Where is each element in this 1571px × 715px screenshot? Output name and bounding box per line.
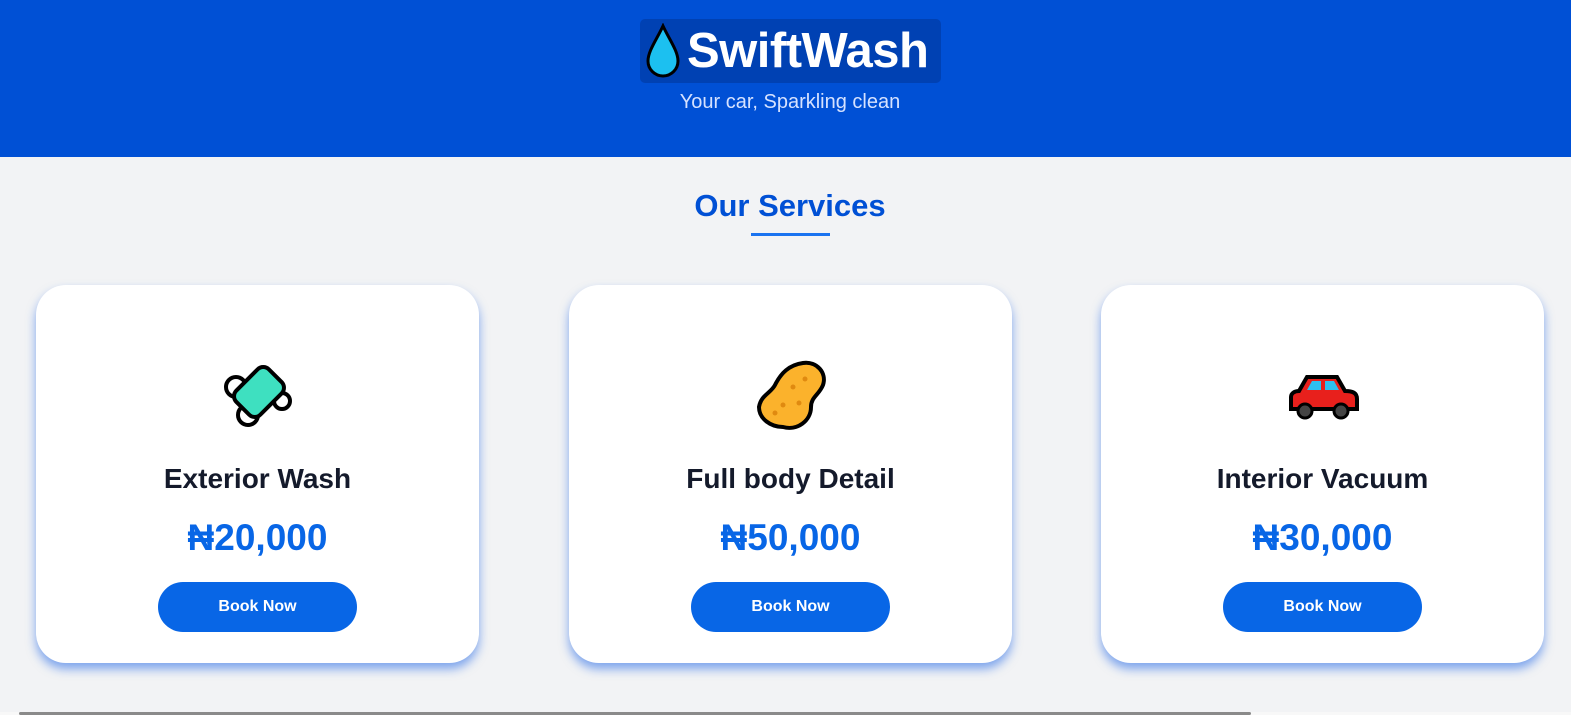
service-name: Exterior Wash (163, 463, 352, 494)
title-underline (751, 233, 830, 236)
service-price: ₦20,000 (187, 517, 328, 558)
service-name: Full body Detail (686, 463, 895, 494)
service-price: ₦50,000 (720, 517, 861, 558)
car-icon (1288, 375, 1359, 420)
brand-name: SwiftWash (687, 24, 929, 78)
book-now-button[interactable]: Book Now (158, 582, 357, 632)
book-now-button[interactable]: Book Now (1223, 582, 1422, 632)
service-card-exterior-wash: Exterior Wash ₦20,000 Book Now (36, 285, 479, 663)
site-header: SwiftWash Your car, Sparkling clean (0, 0, 1571, 157)
sponge-icon (756, 360, 826, 430)
book-now-button[interactable]: Book Now (691, 582, 890, 632)
logo[interactable]: SwiftWash (640, 19, 941, 83)
service-card-full-body-detail: Full body Detail ₦50,000 Book Now (569, 285, 1012, 663)
service-card-interior-vacuum: Interior Vacuum ₦30,000 Book Now (1101, 285, 1544, 663)
soap-icon (223, 365, 292, 427)
section-title: Our Services (694, 188, 886, 223)
service-price: ₦30,000 (1252, 517, 1393, 558)
tagline: Your car, Sparkling clean (679, 91, 901, 113)
service-name: Interior Vacuum (1216, 463, 1429, 494)
water-drop-icon (646, 23, 680, 78)
